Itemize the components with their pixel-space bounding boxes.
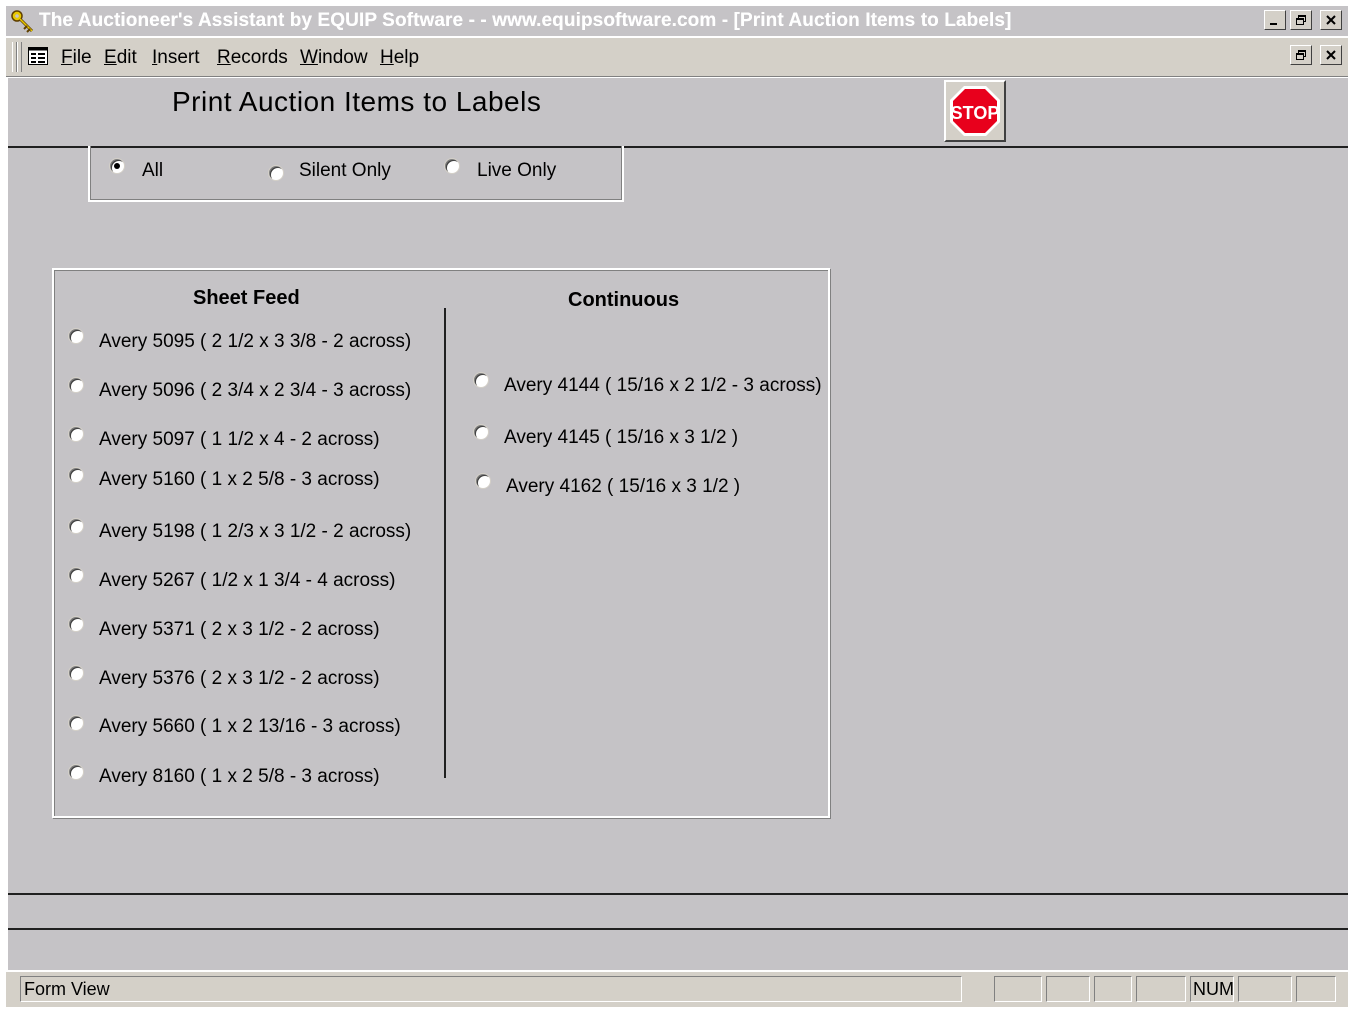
avery-8160-label[interactable]: Avery 8160 ( 1 x 2 5/8 - 3 across) — [99, 766, 380, 788]
continuous-heading: Continuous — [568, 289, 680, 311]
mdi-restore-icon[interactable] — [1290, 45, 1312, 65]
footer-divider — [8, 893, 1348, 895]
avery-5095-label[interactable]: Avery 5095 ( 2 1/2 x 3 3/8 - 2 across) — [99, 331, 411, 353]
status-cell — [1238, 976, 1292, 1002]
status-bar: Form View NUM — [6, 972, 1348, 1007]
avery-5376-label[interactable]: Avery 5376 ( 2 x 3 1/2 - 2 across) — [99, 668, 380, 690]
radio-avery-4162[interactable] — [475, 473, 491, 489]
title-bar: The Auctioneer's Assistant by EQUIP Soft… — [6, 6, 1348, 36]
status-cell — [1094, 976, 1132, 1002]
menu-file[interactable]: File — [61, 47, 92, 69]
menu-edit[interactable]: Edit — [104, 47, 137, 69]
status-cell — [1136, 976, 1186, 1002]
avery-5097-label[interactable]: Avery 5097 ( 1 1/2 x 4 - 2 across) — [99, 429, 380, 451]
avery-5371-label[interactable]: Avery 5371 ( 2 x 3 1/2 - 2 across) — [99, 619, 380, 641]
status-cell — [1296, 976, 1336, 1002]
avery-5198-label[interactable]: Avery 5198 ( 1 2/3 x 3 1/2 - 2 across) — [99, 521, 411, 543]
menu-window[interactable]: Window — [300, 47, 368, 69]
form-header: Print Auction Items to Labels STOP — [8, 78, 1348, 148]
status-text: Form View — [24, 979, 110, 999]
page-title: Print Auction Items to Labels — [172, 86, 542, 117]
menu-grip — [17, 42, 22, 72]
avery-5660-label[interactable]: Avery 5660 ( 1 x 2 13/16 - 3 across) — [99, 716, 401, 738]
label-type-group: Sheet Feed Continuous Avery 5095 ( 2 1/2… — [52, 268, 830, 818]
radio-live-only-label[interactable]: Live Only — [477, 160, 556, 182]
radio-avery-5198[interactable] — [68, 518, 84, 534]
radio-avery-5160[interactable] — [68, 467, 84, 483]
status-panel: Form View — [20, 976, 962, 1002]
radio-avery-5376[interactable] — [68, 665, 84, 681]
minimize-icon[interactable] — [1264, 10, 1286, 30]
menu-bar: File Edit Insert Records Window Help — [6, 38, 1348, 77]
radio-all[interactable] — [109, 158, 125, 174]
radio-avery-5371[interactable] — [68, 616, 84, 632]
status-cell — [1046, 976, 1090, 1002]
window-title: The Auctioneer's Assistant by EQUIP Soft… — [39, 10, 1012, 31]
radio-avery-5097[interactable] — [68, 426, 84, 442]
avery-4144-label[interactable]: Avery 4144 ( 15/16 x 2 1/2 - 3 across) — [504, 375, 822, 397]
radio-avery-4144[interactable] — [473, 372, 489, 388]
mdi-close-icon[interactable] — [1320, 45, 1342, 65]
avery-5160-label[interactable]: Avery 5160 ( 1 x 2 5/8 - 3 across) — [99, 469, 380, 491]
avery-4162-label[interactable]: Avery 4162 ( 15/16 x 3 1/2 ) — [506, 476, 740, 498]
key-app-icon — [11, 10, 34, 33]
radio-avery-8160[interactable] — [68, 764, 84, 780]
radio-avery-5095[interactable] — [68, 328, 84, 344]
menu-insert[interactable]: Insert — [152, 47, 200, 69]
radio-silent-only-label[interactable]: Silent Only — [299, 160, 391, 182]
column-divider — [444, 308, 446, 778]
menu-records[interactable]: Records — [217, 47, 288, 69]
restore-icon[interactable] — [1290, 10, 1312, 30]
radio-live-only[interactable] — [444, 158, 460, 174]
sheet-feed-heading: Sheet Feed — [193, 287, 300, 309]
avery-5096-label[interactable]: Avery 5096 ( 2 3/4 x 2 3/4 - 3 across) — [99, 380, 411, 402]
stop-sign-icon: STOP — [950, 86, 1000, 136]
footer-divider — [8, 928, 1348, 930]
radio-silent-only[interactable] — [268, 165, 284, 181]
num-lock-indicator: NUM — [1190, 976, 1234, 1002]
form-view-icon[interactable] — [28, 47, 48, 65]
stop-label: STOP — [951, 103, 1000, 123]
menu-help[interactable]: Help — [380, 47, 419, 69]
avery-4145-label[interactable]: Avery 4145 ( 15/16 x 3 1/2 ) — [504, 427, 738, 449]
stop-button[interactable]: STOP — [944, 80, 1006, 142]
status-cell — [994, 976, 1042, 1002]
radio-avery-5096[interactable] — [68, 377, 84, 393]
filter-option-group: All Silent Only Live Only — [88, 146, 624, 202]
radio-all-label[interactable]: All — [142, 160, 163, 182]
radio-avery-4145[interactable] — [473, 424, 489, 440]
close-icon[interactable] — [1320, 10, 1342, 30]
avery-5267-label[interactable]: Avery 5267 ( 1/2 x 1 3/4 - 4 across) — [99, 570, 395, 592]
form-area: Print Auction Items to Labels STOP All S… — [8, 78, 1348, 970]
radio-avery-5267[interactable] — [68, 567, 84, 583]
radio-avery-5660[interactable] — [68, 715, 84, 731]
